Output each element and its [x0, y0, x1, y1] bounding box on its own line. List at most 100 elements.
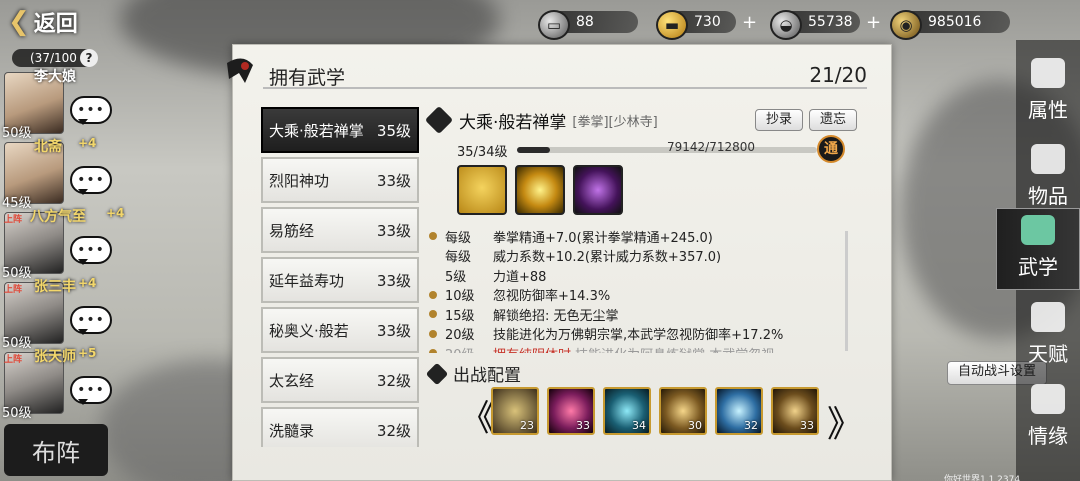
skill-list-item[interactable]: 太玄经 32级 [261, 357, 419, 403]
sword-slash-icon[interactable]: 23 [491, 387, 539, 435]
nav-bond[interactable]: 情缘 [1016, 378, 1080, 460]
effect-row: 10级 忽视防御率+14.3% [429, 286, 839, 304]
chat-bubble-icon[interactable]: ••• [70, 166, 112, 195]
chat-bubble-icon[interactable]: ••• [70, 376, 112, 405]
help-icon[interactable]: ? [80, 49, 98, 67]
member-name: 北斋 [34, 139, 62, 155]
team-member[interactable]: 上阵 张三丰 +4 50级 ••• [0, 276, 115, 351]
pink-orb-icon[interactable]: 33 [547, 387, 595, 435]
effect-text: 威力系数+10.2(累计威力系数+357.0) [493, 250, 722, 265]
member-bonus: +4 [78, 276, 97, 290]
team-member[interactable]: 北斋 +4 45级 ••• [0, 136, 115, 211]
seated-monk-icon[interactable]: 33 [771, 387, 819, 435]
skill-slot-level: 32 [744, 419, 758, 432]
member-level: 45级 [2, 196, 32, 211]
battle-config-title: 出战配置 [425, 361, 521, 386]
effect-row: 5级 力道+88 [429, 266, 839, 285]
exp-progress-row: 35/34级 79142/712800 [457, 140, 817, 160]
add-gold-button[interactable]: + [742, 12, 757, 33]
gold-bar-icon: ▬ [656, 10, 688, 40]
bullet-icon [429, 232, 437, 240]
formation-button[interactable]: 布阵 [4, 424, 108, 476]
skill-list-item[interactable]: 秘奥义·般若 33级 [261, 307, 419, 353]
effect-level: 5级 [445, 269, 467, 285]
skill-slot-level: 30 [688, 419, 702, 432]
ribbon-icon [227, 58, 253, 83]
member-name: 八方气至 [30, 209, 86, 225]
effects-scrollbar[interactable] [845, 231, 848, 351]
chat-bubble-icon[interactable]: ••• [70, 96, 112, 125]
skill-list-item[interactable]: 洗髓录 32级 [261, 407, 419, 447]
member-bonus: +4 [78, 136, 97, 150]
panel-title: 拥有武学 [269, 67, 346, 89]
skill-slot-level: 33 [576, 419, 590, 432]
meditating-monk-icon[interactable]: 30 [659, 387, 707, 435]
nav-talent[interactable]: 天赋 [1016, 296, 1080, 378]
skill-list[interactable]: 大乘·般若禅掌 35级 烈阳神功 33级 易筋经 33级 延年益寿功 33级 秘… [261, 107, 421, 447]
skill-name: 洗髓录 [269, 421, 315, 440]
deployed-tag: 上阵 [4, 215, 23, 225]
divider [263, 87, 867, 89]
currency-silver: ◒ 55738 + [770, 8, 881, 40]
skill-level-text: 35/34级 [457, 144, 508, 160]
skill-level: 35级 [376, 121, 411, 140]
skill-slot-level: 33 [800, 419, 814, 432]
effect-row: 20级拥有纯阴体时,技能进化为阿鼻炼狱掌,本武学忽视 [429, 344, 839, 353]
member-level: 50级 [2, 336, 32, 351]
effect-level: 20级 [445, 328, 475, 343]
cart-icon: ▭ [538, 10, 570, 40]
skill-list-item[interactable]: 易筋经 33级 [261, 207, 419, 253]
chest-icon [1031, 144, 1065, 174]
member-name: 张天师 [34, 349, 76, 365]
skill-title-row: 大乘·般若禅掌 [拳掌][少林寺] [424, 105, 658, 135]
team-member[interactable]: 上阵 八方气至 +4 50级 ••• [0, 206, 124, 281]
golden-buddha-icon[interactable] [457, 165, 507, 215]
member-level: 50级 [2, 266, 32, 281]
skill-list-item[interactable]: 大乘·般若禅掌 35级 [261, 107, 419, 153]
exp-progress-bar: 79142/712800 [517, 140, 817, 154]
copy-button[interactable]: 抄录 [755, 109, 803, 131]
effect-row: 每级 拳掌精通+7.0(累计拳掌精通+245.0) [429, 227, 839, 246]
purple-claw-icon[interactable] [573, 165, 623, 215]
skill-slot-level: 34 [632, 419, 646, 432]
chat-bubble-icon[interactable]: ••• [70, 306, 112, 335]
effects-list[interactable]: 每级 拳掌精通+7.0(累计拳掌精通+245.0) 每级威力系数+10.2(累计威… [429, 227, 839, 353]
tong-badge[interactable]: 通 [817, 135, 845, 163]
blue-lotus-icon[interactable]: 34 [603, 387, 651, 435]
chevron-left-icon: ❮ [8, 7, 30, 37]
skill-count: 21/20 [809, 63, 867, 87]
skill-detail-types: [拳掌][少林寺] [572, 114, 658, 130]
effect-text: 技能进化为万佛朝宗掌,本武学忽视防御率+17.2% [493, 328, 784, 343]
currency-coin: ◉ 985016 [890, 8, 1010, 40]
effect-text: 技能进化为阿鼻炼狱掌,本武学忽视 [575, 344, 774, 354]
back-button[interactable]: ❮ 返回 [8, 6, 78, 38]
effect-level: 20级 [445, 344, 493, 354]
scroll-icon [1021, 215, 1055, 245]
chat-bubble-icon[interactable]: ••• [70, 236, 112, 265]
nav-attributes[interactable]: 属性 [1016, 52, 1080, 134]
member-bonus: +4 [106, 206, 125, 220]
skill-list-item[interactable]: 延年益寿功 33级 [261, 257, 419, 303]
team-member[interactable]: 李大娘 50级 ••• [0, 69, 115, 141]
skill-name: 延年益寿功 [269, 271, 345, 290]
blue-aura-icon[interactable]: 32 [715, 387, 763, 435]
skill-list-item[interactable]: 烈阳神功 33级 [261, 157, 419, 203]
forget-button[interactable]: 遗忘 [809, 109, 857, 131]
effect-level: 10级 [445, 289, 475, 304]
member-name: 张三丰 [34, 279, 76, 295]
skill-level: 33级 [376, 321, 411, 340]
deployed-tag: 上阵 [4, 285, 23, 295]
golden-burst-icon[interactable] [515, 165, 565, 215]
skill-level: 33级 [376, 271, 411, 290]
skill-name: 烈阳神功 [269, 171, 330, 190]
footer-note: 你好世界1.1 2374 [944, 475, 1021, 481]
bust-icon [1031, 58, 1065, 88]
add-silver-button[interactable]: + [866, 12, 881, 33]
team-member[interactable]: 上阵 张天师 +5 50级 ••• [0, 346, 115, 421]
skill-name: 大乘·般若禅掌 [269, 121, 364, 140]
nav-label: 武学 [1018, 255, 1058, 279]
currency-gold: ▬ 730 + [656, 8, 757, 40]
nav-martial-arts[interactable]: 武学 [996, 208, 1080, 290]
team-count-text: (37/100 [30, 51, 77, 65]
effect-level: 每级 [445, 230, 472, 246]
